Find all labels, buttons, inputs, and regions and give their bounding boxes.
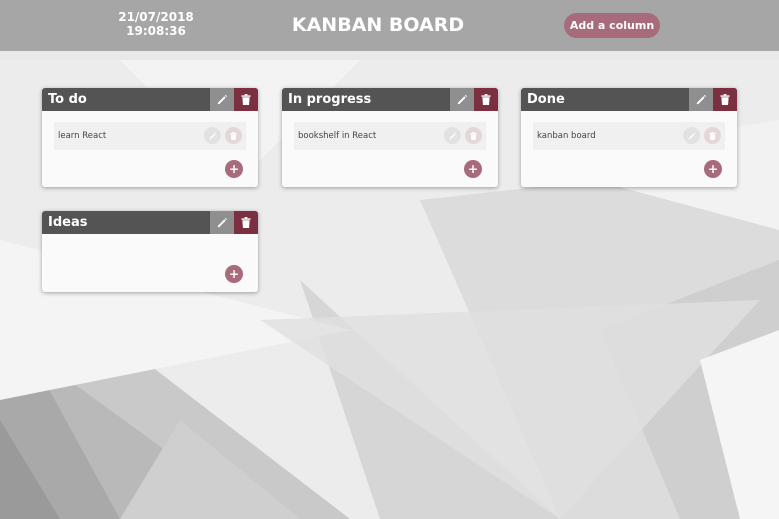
edit-column-button[interactable] bbox=[689, 88, 713, 111]
delete-column-button[interactable] bbox=[234, 211, 258, 234]
pencil-icon bbox=[217, 94, 227, 105]
card[interactable]: kanban board bbox=[533, 122, 725, 150]
add-card-button[interactable]: + bbox=[225, 265, 243, 283]
card-text: learn React bbox=[58, 131, 107, 141]
card-text: kanban board bbox=[537, 131, 596, 141]
pencil-icon bbox=[688, 132, 695, 139]
pencil-icon bbox=[696, 94, 706, 105]
trash-icon bbox=[230, 131, 237, 140]
column-title: Ideas bbox=[48, 215, 88, 230]
delete-card-button[interactable] bbox=[225, 127, 242, 144]
add-card-button[interactable]: + bbox=[225, 160, 243, 178]
top-bar: 21/07/2018 19:08:36 KANBAN BOARD Add a c… bbox=[0, 0, 779, 51]
column-title: To do bbox=[48, 92, 87, 107]
column-header: In progress bbox=[282, 88, 498, 111]
pencil-icon bbox=[209, 132, 216, 139]
add-column-button[interactable]: Add a column bbox=[564, 13, 660, 38]
edit-card-button[interactable] bbox=[683, 127, 700, 144]
column-in-progress: In progress bookshelf in React + bbox=[282, 88, 498, 187]
column-title: In progress bbox=[288, 92, 372, 107]
delete-column-button[interactable] bbox=[234, 88, 258, 111]
column-header: Done bbox=[521, 88, 737, 111]
column-ideas: Ideas + bbox=[42, 211, 258, 292]
current-time: 19:08:36 bbox=[126, 24, 186, 38]
delete-card-button[interactable] bbox=[704, 127, 721, 144]
add-card-button[interactable]: + bbox=[704, 160, 722, 178]
trash-icon bbox=[241, 217, 251, 228]
trash-icon bbox=[241, 94, 251, 105]
edit-column-button[interactable] bbox=[450, 88, 474, 111]
current-date: 21/07/2018 bbox=[118, 10, 194, 24]
pencil-icon bbox=[457, 94, 467, 105]
delete-card-button[interactable] bbox=[465, 127, 482, 144]
edit-card-button[interactable] bbox=[204, 127, 221, 144]
column-todo: To do learn React + bbox=[42, 88, 258, 187]
delete-column-button[interactable] bbox=[474, 88, 498, 111]
page-title: KANBAN BOARD bbox=[291, 14, 465, 36]
column-done: Done kanban board + bbox=[521, 88, 737, 187]
card[interactable]: learn React bbox=[54, 122, 246, 150]
delete-column-button[interactable] bbox=[713, 88, 737, 111]
column-title: Done bbox=[527, 92, 565, 107]
trash-icon bbox=[709, 131, 716, 140]
date-time: 21/07/2018 19:08:36 bbox=[104, 10, 208, 38]
column-header: To do bbox=[42, 88, 258, 111]
edit-column-button[interactable] bbox=[210, 88, 234, 111]
edit-column-button[interactable] bbox=[210, 211, 234, 234]
trash-icon bbox=[720, 94, 730, 105]
pencil-icon bbox=[217, 217, 227, 228]
card-text: bookshelf in React bbox=[298, 131, 377, 141]
column-header: Ideas bbox=[42, 211, 258, 234]
pencil-icon bbox=[449, 132, 456, 139]
card[interactable]: bookshelf in React bbox=[294, 122, 486, 150]
edit-card-button[interactable] bbox=[444, 127, 461, 144]
trash-icon bbox=[481, 94, 491, 105]
add-card-button[interactable]: + bbox=[464, 160, 482, 178]
trash-icon bbox=[470, 131, 477, 140]
